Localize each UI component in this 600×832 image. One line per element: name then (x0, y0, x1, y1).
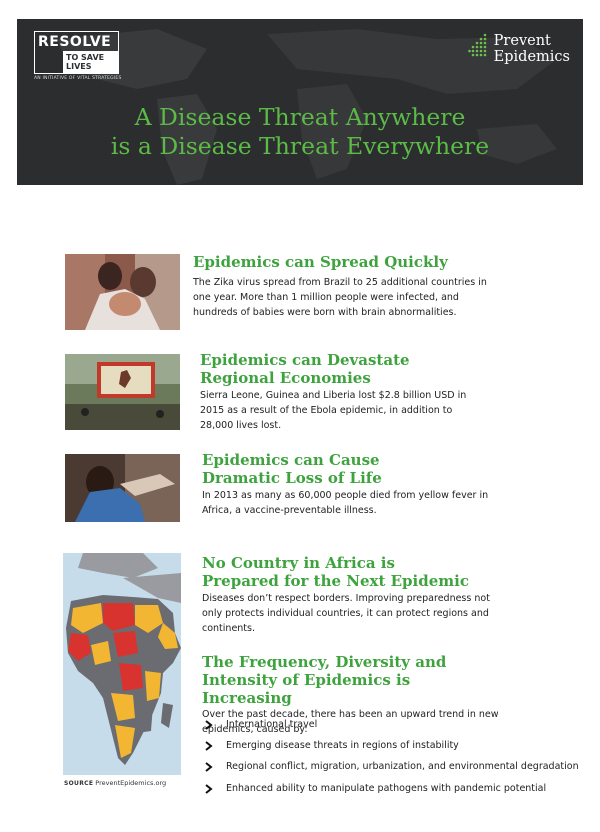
section-devastate-economies: Epidemics can Devastate Regional Economi… (200, 351, 470, 433)
section-body: Sierra Leone, Guinea and Liberia lost $2… (200, 390, 467, 431)
section-body: Diseases don’t respect borders. Improvin… (202, 593, 490, 634)
prevent-logo-line1: Prevent (493, 33, 551, 49)
ebola-billboard-photo (65, 354, 180, 430)
bullet-text: Enhanced ability to manipulate pathogens… (226, 783, 547, 794)
section-heading-line2: Prepared for the Next Epidemic (202, 572, 469, 590)
bullet-text: Emerging disease threats in regions of i… (226, 740, 459, 751)
page-title-line1: A Disease Threat Anywhere (134, 103, 466, 131)
page-title: A Disease Threat Anywhere is a Disease T… (17, 103, 583, 161)
section-heading-line2: Regional Economies (200, 369, 371, 387)
section-heading: Epidemics can Cause Dramatic Loss of Lif… (202, 451, 502, 487)
resolve-logo: RESOLVE TO SAVE LIVES AN INITIATIVE OF V… (34, 31, 122, 81)
bullet-item: Emerging disease threats in regions of i… (205, 740, 459, 751)
section-body: In 2013 as many as 60,000 people died fr… (202, 490, 489, 516)
prevent-epidemics-logo: Prevent Epidemics (467, 33, 570, 65)
chevron-right-icon (205, 740, 213, 751)
page-title-line2: is a Disease Threat Everywhere (110, 132, 490, 160)
section-heading-line2: Dramatic Loss of Life (202, 469, 382, 487)
bullet-item: Enhanced ability to manipulate pathogens… (205, 783, 546, 794)
section-spread-quickly: Epidemics can Spread Quickly The Zika vi… (193, 253, 503, 320)
prevent-logo-line2: Epidemics (493, 49, 570, 65)
section-body: The Zika virus spread from Brazil to 25 … (193, 277, 487, 318)
chevron-right-icon (205, 783, 213, 794)
bullet-item: International travel (205, 719, 317, 730)
chevron-right-icon (205, 719, 213, 730)
section-heading-line2: Intensity of Epidemics is Increasing (202, 671, 411, 707)
bullet-text: International travel (226, 719, 318, 730)
section-heading: Epidemics can Devastate Regional Economi… (200, 351, 470, 387)
chevron-right-icon (205, 761, 213, 772)
prevent-dots-icon (467, 33, 486, 57)
resolve-initiative-text: AN INITIATIVE OF VITAL STRATEGIES (34, 76, 122, 81)
section-heading: Epidemics can Spread Quickly (193, 253, 448, 271)
section-africa-prepared: No Country in Africa is Prepared for the… (202, 554, 492, 636)
bullet-item: Regional conflict, migration, urbanizati… (205, 761, 579, 772)
yellow-fever-vaccination-photo (65, 454, 180, 522)
source-value: PreventEpidemics.org (95, 779, 167, 787)
section-heading-line1: Epidemics can Cause (202, 451, 380, 469)
section-heading-line1: No Country in Africa is (202, 554, 395, 572)
section-heading: The Frequency, Diversity and Intensity o… (202, 653, 502, 707)
africa-preparedness-map (63, 553, 181, 775)
bullet-text: Regional conflict, migration, urbanizati… (226, 761, 579, 772)
section-heading-line1: The Frequency, Diversity and (202, 653, 447, 671)
source-label: SOURCE (64, 780, 94, 787)
zika-mother-baby-photo (65, 254, 180, 330)
header-banner: RESOLVE TO SAVE LIVES AN INITIATIVE OF V… (17, 19, 583, 185)
section-heading: No Country in Africa is Prepared for the… (202, 554, 492, 590)
resolve-logo-box: RESOLVE TO SAVE LIVES (34, 31, 119, 74)
section-heading-line1: Epidemics can Devastate (200, 351, 410, 369)
section-loss-of-life: Epidemics can Cause Dramatic Loss of Lif… (202, 451, 502, 518)
resolve-wordmark: RESOLVE (38, 34, 112, 50)
resolve-tagline: TO SAVE LIVES (63, 51, 118, 73)
source-note: SOURCE PreventEpidemics.org (64, 779, 166, 787)
